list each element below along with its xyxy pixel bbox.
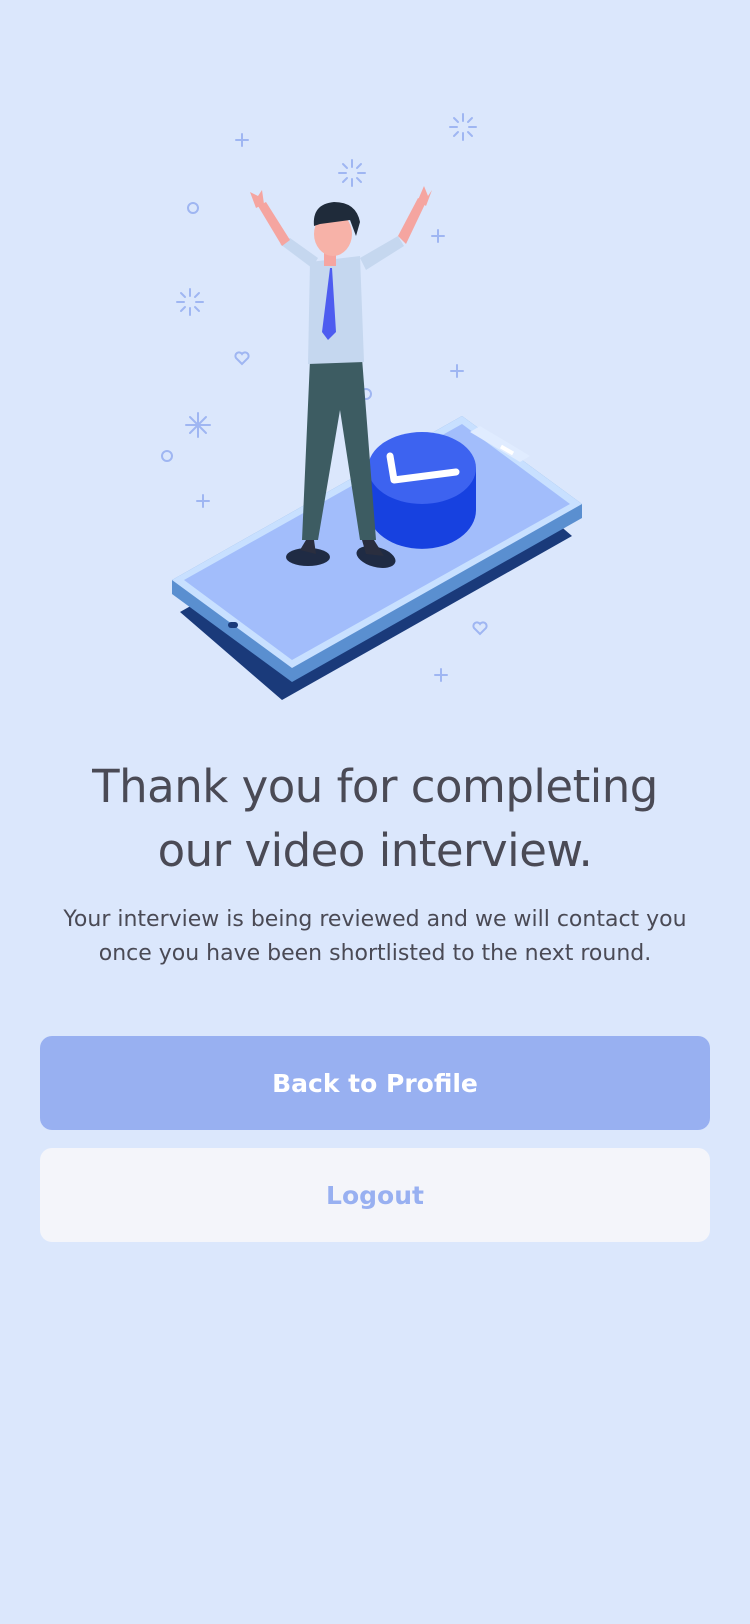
- title-line-2: our video interview.: [157, 824, 593, 877]
- burst-icon: [338, 159, 366, 187]
- burst-icon: [449, 113, 477, 141]
- plus-icon: [450, 364, 464, 378]
- status-message: Your interview is being reviewed and we …: [40, 903, 710, 971]
- checkmark-badge-icon: [368, 432, 476, 549]
- back-to-profile-button[interactable]: Back to Profile: [40, 1036, 710, 1130]
- status-message-line-1: Your interview is being reviewed and we …: [63, 907, 687, 932]
- plus-icon: [434, 668, 448, 682]
- heart-icon: [472, 621, 488, 636]
- completion-screen: Thank you for completing our video inter…: [0, 0, 750, 1624]
- plus-icon: [235, 133, 249, 147]
- plus-icon: [431, 229, 445, 243]
- asterisk-icon: [185, 412, 211, 438]
- circle-icon: [161, 450, 173, 462]
- burst-icon: [176, 288, 204, 316]
- logout-button[interactable]: Logout: [40, 1148, 710, 1242]
- heart-icon: [234, 351, 250, 366]
- circle-icon: [187, 202, 199, 214]
- plus-icon: [196, 494, 210, 508]
- celebration-illustration: [161, 113, 582, 700]
- status-message-line-2: once you have been shortlisted to the ne…: [98, 941, 652, 966]
- title-line-1: Thank you for completing: [92, 760, 658, 813]
- page-title: Thank you for completing our video inter…: [40, 755, 710, 883]
